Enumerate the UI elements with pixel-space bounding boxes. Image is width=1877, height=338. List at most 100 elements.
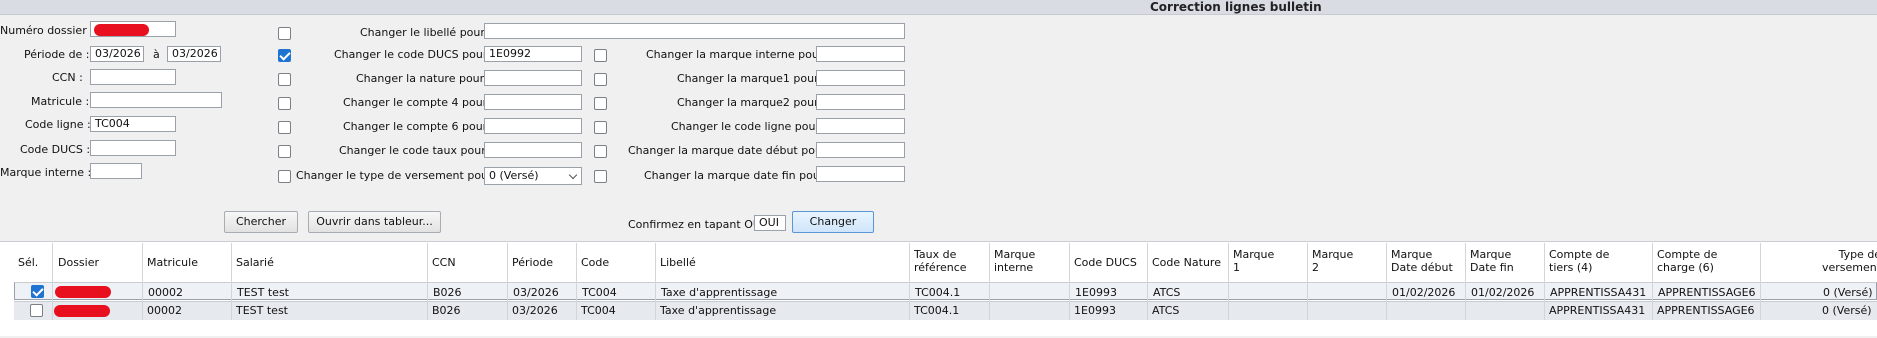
change-compte6-checkbox[interactable] xyxy=(278,121,291,134)
change-marque2-input[interactable] xyxy=(816,94,905,110)
cell-code-ducs: 1E0993 xyxy=(1075,286,1117,299)
header-ccn[interactable]: CCN xyxy=(432,256,456,269)
change-marque-date-debut-checkbox[interactable] xyxy=(594,145,607,158)
periode-to-input[interactable]: 03/2026 xyxy=(167,46,221,62)
change-code-ducs-label: Changer le code DUCS pour : xyxy=(334,48,495,61)
change-marque1-checkbox[interactable] xyxy=(594,73,607,86)
header-dossier[interactable]: Dossier xyxy=(58,256,99,269)
header-compte-charge[interactable]: Compte de charge (6) xyxy=(1657,248,1717,274)
change-marque-interne-checkbox[interactable] xyxy=(594,49,607,62)
change-libelle-input[interactable] xyxy=(484,23,905,39)
change-libelle-checkbox[interactable] xyxy=(278,27,291,40)
header-sel[interactable]: Sél. xyxy=(18,256,38,269)
change-marque-date-fin-label: Changer la marque date fin pour : xyxy=(644,169,832,182)
cell-taux: TC004.1 xyxy=(915,286,961,299)
numero-dossier-label: Numéro dossier : xyxy=(0,24,94,37)
header-marque-date-fin[interactable]: Marque Date fin xyxy=(1470,248,1514,274)
cell-code: TC004 xyxy=(582,286,617,299)
change-code-taux-checkbox[interactable] xyxy=(278,145,291,158)
periode-from-input[interactable]: 03/2026 xyxy=(90,46,144,62)
cell-compte-charge: APPRENTISSAGE6 xyxy=(1658,286,1756,299)
code-ducs-input[interactable] xyxy=(90,140,176,156)
cell-salarie: TEST test xyxy=(237,286,289,299)
row-select-checkbox[interactable] xyxy=(31,285,44,298)
column-divider xyxy=(655,243,656,320)
column-divider xyxy=(1147,243,1148,320)
column-divider xyxy=(1544,243,1545,320)
change-compte6-label: Changer le compte 6 pour : xyxy=(343,120,495,133)
periode-label: Période de : xyxy=(24,48,90,61)
code-ligne-input[interactable]: TC004 xyxy=(90,116,176,132)
redacted-value xyxy=(94,24,149,36)
change-compte4-checkbox[interactable] xyxy=(278,97,291,110)
cell-type-versement: 0 (Versé) xyxy=(1822,304,1872,317)
confirm-input[interactable]: OUI xyxy=(754,215,786,231)
header-periode[interactable]: Période xyxy=(512,256,553,269)
cell-compte-tiers: APPRENTISSA431 xyxy=(1549,304,1646,317)
change-marque2-checkbox[interactable] xyxy=(594,97,607,110)
change-type-versement-checkbox[interactable] xyxy=(278,170,291,183)
change-nature-checkbox[interactable] xyxy=(278,73,291,86)
chercher-button[interactable]: Chercher xyxy=(224,211,298,233)
changer-button[interactable]: Changer xyxy=(792,211,874,233)
change-compte4-label: Changer le compte 4 pour : xyxy=(343,96,495,109)
cell-libelle: Taxe d'apprentissage xyxy=(660,304,777,317)
header-matricule[interactable]: Matricule xyxy=(147,256,198,269)
change-compte4-input[interactable] xyxy=(484,94,582,110)
header-marque-interne[interactable]: Marque interne xyxy=(994,248,1035,274)
change-marque2-label: Changer la marque2 pour : xyxy=(677,96,826,109)
cell-code-nature: ATCS xyxy=(1153,286,1181,299)
change-marque-date-debut-input[interactable] xyxy=(816,142,905,158)
header-marque2[interactable]: Marque 2 xyxy=(1312,248,1353,274)
change-type-versement-label: Changer le type de versement pour : xyxy=(296,169,500,182)
row-select-checkbox[interactable] xyxy=(30,304,43,317)
change-marque-date-fin-checkbox[interactable] xyxy=(594,170,607,183)
column-divider xyxy=(1465,243,1466,320)
change-marque-interne-input[interactable] xyxy=(816,46,905,62)
matricule-input[interactable] xyxy=(90,92,222,108)
cell-date-fin: 01/02/2026 xyxy=(1471,286,1535,299)
cell-matricule: 00002 xyxy=(148,286,183,299)
header-marque1[interactable]: Marque 1 xyxy=(1233,248,1274,274)
window-title: Correction lignes bulletin xyxy=(1150,0,1322,14)
header-marque-date-debut[interactable]: Marque Date début xyxy=(1391,248,1453,274)
change-nature-input[interactable] xyxy=(484,70,582,86)
marque-interne-input[interactable] xyxy=(90,163,142,179)
cell-date-debut: 01/02/2026 xyxy=(1392,286,1456,299)
cell-code-ducs: 1E0993 xyxy=(1074,304,1116,317)
type-versement-select[interactable]: 0 (Versé) xyxy=(484,167,582,185)
change-marque1-label: Changer la marque1 pour : xyxy=(677,72,826,85)
header-libelle[interactable]: Libellé xyxy=(660,256,696,269)
cell-matricule: 00002 xyxy=(147,304,182,317)
header-salarie[interactable]: Salarié xyxy=(236,256,274,269)
column-divider xyxy=(1069,243,1070,320)
change-marque1-input[interactable] xyxy=(816,70,905,86)
cell-taux: TC004.1 xyxy=(914,304,960,317)
change-code-ligne-input[interactable] xyxy=(816,118,905,134)
header-type-versement[interactable]: Type de versement xyxy=(1822,248,1877,274)
redacted-dossier xyxy=(55,286,111,298)
header-taux-ref[interactable]: Taux de référence xyxy=(914,248,967,274)
change-code-ducs-input[interactable]: 1E0992 xyxy=(484,46,582,62)
ouvrir-tableur-button[interactable]: Ouvrir dans tableur... xyxy=(308,211,441,233)
header-compte-tiers[interactable]: Compte de tiers (4) xyxy=(1549,248,1609,274)
change-marque-interne-label: Changer la marque interne pour : xyxy=(646,48,831,61)
column-divider xyxy=(576,243,577,320)
header-code-nature[interactable]: Code Nature xyxy=(1152,256,1221,269)
change-code-ducs-checkbox[interactable] xyxy=(278,49,291,62)
table-row[interactable]: 00002 TEST test B026 03/2026 TC004 Taxe … xyxy=(14,301,1877,320)
change-compte6-input[interactable] xyxy=(484,118,582,134)
column-divider xyxy=(427,243,428,320)
table-row[interactable]: 00002 TEST test B026 03/2026 TC004 Taxe … xyxy=(14,282,1877,300)
header-code[interactable]: Code xyxy=(581,256,609,269)
column-divider xyxy=(52,243,53,320)
cell-compte-tiers: APPRENTISSA431 xyxy=(1550,286,1647,299)
header-code-ducs[interactable]: Code DUCS xyxy=(1074,256,1137,269)
chevron-down-icon xyxy=(568,170,578,180)
change-marque-date-fin-input[interactable] xyxy=(816,166,905,182)
ccn-input[interactable] xyxy=(90,69,176,85)
change-code-taux-input[interactable] xyxy=(484,142,582,158)
change-code-ligne-checkbox[interactable] xyxy=(594,121,607,134)
title-bar xyxy=(0,0,1877,15)
code-ducs-label: Code DUCS : xyxy=(20,143,91,156)
